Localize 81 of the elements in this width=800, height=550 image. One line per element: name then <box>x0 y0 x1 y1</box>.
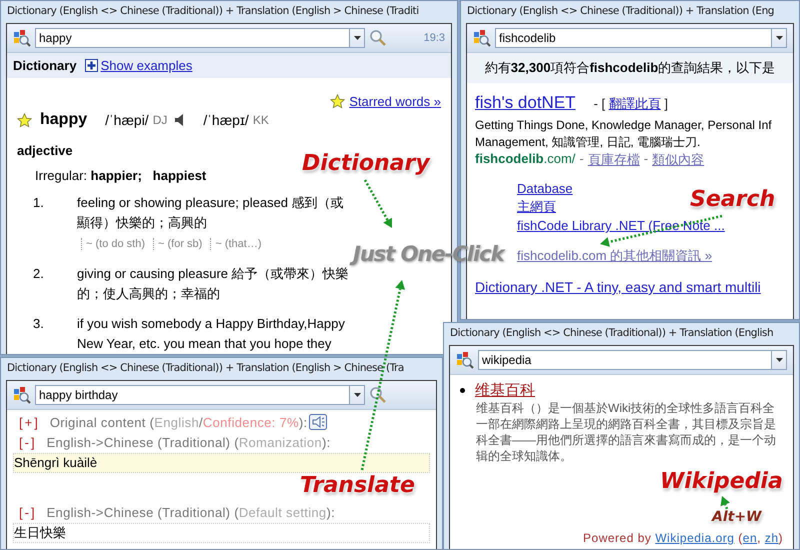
pronunciation-label: DJ <box>152 113 168 127</box>
app-logo-icon[interactable] <box>456 351 474 369</box>
plus-icon[interactable] <box>84 59 98 72</box>
similar-link[interactable]: 類似內容 <box>652 151 704 169</box>
window-title: Dictionary (English <> Chinese (Traditional)) + Translation (English > Chinese (Tra <box>6 361 405 376</box>
definition-number: 2. <box>32 265 45 283</box>
search-input[interactable]: happy <box>35 28 349 48</box>
powered-by-text: Powered by Wikipedia.org (en, zh) <box>582 531 783 545</box>
app-logo-icon[interactable] <box>13 386 31 404</box>
dropdown-button[interactable] <box>349 28 365 48</box>
footer-link[interactable]: Wikipedia.org <box>655 531 734 545</box>
sitelink[interactable]: fishcodelib.com 的其他相關資訊 » <box>517 247 712 265</box>
translation-result: 生日快樂 <box>13 523 430 543</box>
footer-link[interactable]: en <box>742 531 758 545</box>
definition-text: feeling or showing pleasure; pleased 感到（或顯得）快樂的；高興的 <box>77 195 344 230</box>
article-title-link[interactable]: 维基百科 <box>475 381 535 400</box>
callout-label: Dictionary <box>302 152 430 176</box>
translate-page-link[interactable]: 翻譯此頁 <box>608 96 661 111</box>
part-of-speech: adjective <box>17 143 74 158</box>
bullet-dot <box>460 388 465 393</box>
search-input[interactable]: happy birthday <box>35 385 349 405</box>
window-title: Dictionary (English <> Chinese (Traditional)) + Translation (English > Chinese (Traditi <box>6 4 420 19</box>
pronunciation-label: KK <box>252 113 269 127</box>
star-icon[interactable] <box>17 112 32 128</box>
dotted-arrow <box>364 179 392 228</box>
caret-icon <box>776 36 782 40</box>
result-title-link[interactable]: fish's dotNET <box>475 93 576 113</box>
definition-text: if you wish somebody a Happy Birthday,Happy New Year, etc. you mean that you hope they <box>77 316 345 351</box>
search-input[interactable]: wikipedia <box>478 350 771 370</box>
cache-link[interactable]: 頁庫存檔 <box>588 151 640 169</box>
window-title: Dictionary (English <> Chinese (Traditional)) + Translation (English <box>449 326 774 341</box>
result-title-link[interactable]: Dictionary .NET - A tiny, easy and smart multili <box>475 279 761 295</box>
speaker-button[interactable] <box>309 414 328 430</box>
starred-words-link[interactable]: Starred words » <box>349 94 441 109</box>
search-input[interactable]: fishcodelib <box>495 28 771 48</box>
bracket-text: ] <box>663 96 668 111</box>
clock-text: 19:3 <box>424 32 445 44</box>
star-icon[interactable] <box>330 94 346 109</box>
footer-link[interactable]: zh <box>764 531 778 545</box>
callout-label: Wikipedia <box>660 470 783 494</box>
toggle-link[interactable]: [+] <box>19 414 40 430</box>
usage-pattern: ~ (for sb) <box>153 238 206 250</box>
section-heading: English->Chinese (Traditional) (Default setting): <box>46 504 335 520</box>
translation-result: Shēngrì kuàilè <box>13 453 430 473</box>
dropdown-button[interactable] <box>771 350 787 370</box>
caret-icon <box>354 393 360 397</box>
usage-pattern: ~ (to do sth) <box>81 238 150 250</box>
caret-icon <box>354 36 360 40</box>
callout-label: Translate <box>300 474 415 498</box>
speaker-icon[interactable] <box>175 114 186 126</box>
article-summary: 维基百科（）是一個基於Wiki技術的全球性多語言百科全 一部在網際網路上呈現的網路百科全書，其目標及宗旨是 科全書——用他們所選擇的語言來書寫而成的，是一个动 辑的全球知識体。 <box>476 400 777 464</box>
section-heading: English->Chinese (Traditional) (Romanization): <box>46 434 330 450</box>
separator-text: - <box>579 151 584 168</box>
definition-number: 3. <box>32 315 45 333</box>
pronunciation: /ˈhæpɪ/ <box>203 112 249 128</box>
definition-text: giving or causing pleasure 給予（或帶來）快樂的；使人高興的；幸福的 <box>77 266 349 301</box>
section-title: Dictionary <box>13 58 77 73</box>
caret-icon <box>776 358 782 362</box>
window-title: Dictionary (English <> Chinese (Traditional)) + Translation (Eng <box>466 4 775 19</box>
app-logo-icon[interactable] <box>13 29 31 47</box>
irregular-forms: Irregular: happier; happiest <box>35 168 206 183</box>
headword: happy <box>40 111 88 129</box>
sitelink[interactable]: 主網頁 <box>517 198 556 216</box>
bracket-text: - [ <box>594 96 606 111</box>
toggle-link[interactable]: [-] <box>19 434 37 450</box>
section-heading: Original content (English/Confidence: 7%): <box>50 414 308 430</box>
show-examples-link[interactable]: Show examples <box>100 58 192 73</box>
dropdown-button[interactable] <box>349 385 365 405</box>
shortcut-label: Alt+W <box>712 510 762 525</box>
sitelink[interactable]: Database <box>517 181 573 196</box>
result-url: fishcodelib.com/ <box>475 151 576 168</box>
separator-text: - <box>644 151 648 168</box>
results-summary: 約有32,300項符合fishcodelib的查詢結果，以下是 <box>467 53 793 83</box>
dropdown-button[interactable] <box>771 28 787 48</box>
result-snippet: Getting Things Done, Knowledge Manager, Personal Inf Management, 知識管理, 日記, 電腦瑞士刀. <box>475 117 772 151</box>
usage-pattern: ~ (that…) <box>210 238 266 250</box>
app-logo-icon[interactable] <box>473 29 491 47</box>
definition-number: 1. <box>32 194 45 212</box>
callout-label: Search <box>690 188 776 212</box>
pronunciation: /ˈhæpi/ <box>105 112 149 128</box>
toggle-link[interactable]: [-] <box>19 504 37 520</box>
